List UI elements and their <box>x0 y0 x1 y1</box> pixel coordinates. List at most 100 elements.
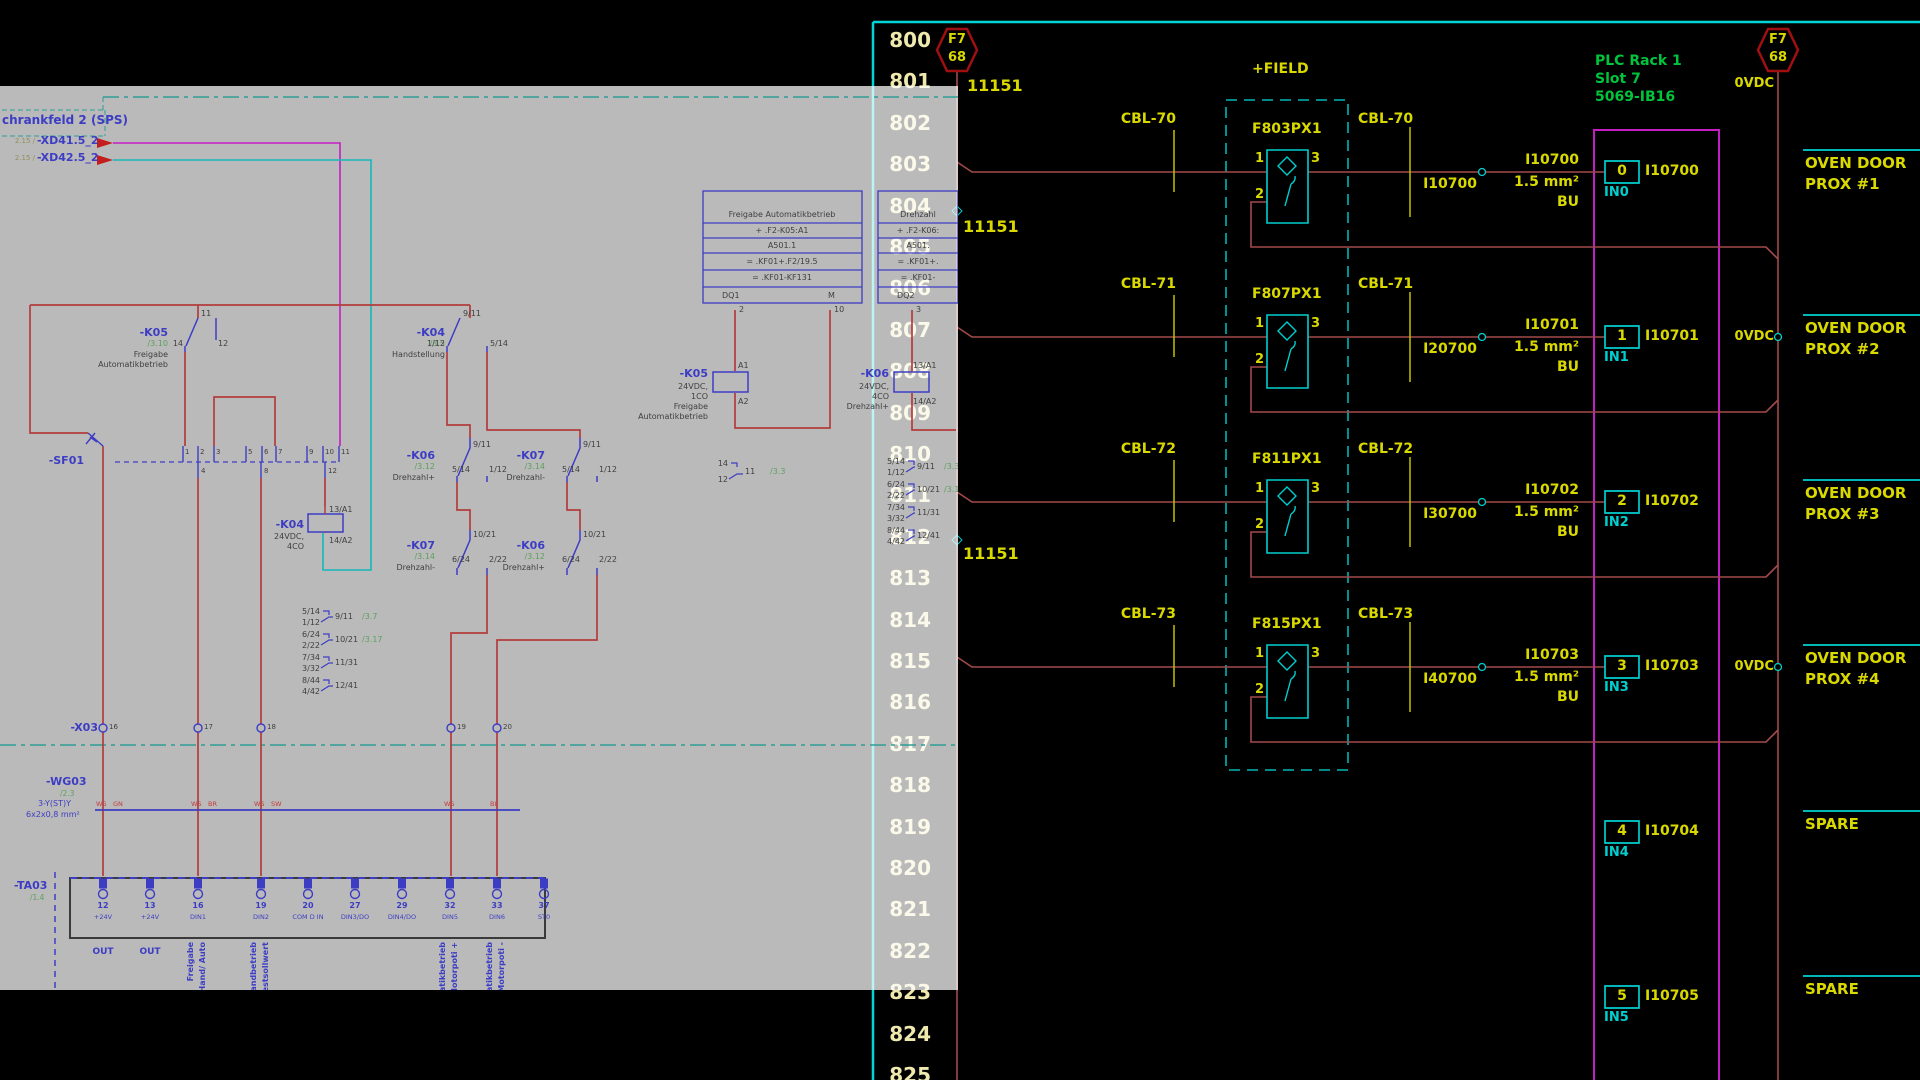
cable-label: CBL-71 <box>1358 277 1413 291</box>
interface-tag: -XD41.5_2 <box>37 135 99 146</box>
wire-color-label: BU <box>1557 690 1579 704</box>
hexagon-ref-top: F7 <box>1769 33 1787 46</box>
ta03-terminal-mark <box>399 879 406 888</box>
relay-function-text: Freigabe <box>134 351 168 359</box>
function-info-row: + .F2-K06: <box>897 227 940 235</box>
eplan-schematic-window[interactable]: chrankfeld 2 (SPS)2.15 /-XD41.5_22.15 /-… <box>0 86 958 990</box>
prox-sensor-symbol <box>1278 652 1296 701</box>
ta03-terminal-function: DIN2 <box>253 914 269 921</box>
relay-function-text: Handstellung <box>392 351 445 359</box>
plc-output-pin: 2 <box>739 306 744 314</box>
interface-tag: -XD42.5_2 <box>37 152 99 163</box>
relay-coil-crossref: /3.12 <box>414 463 435 471</box>
ladder-line-number: 824 <box>889 1024 931 1044</box>
circuit-description: OVEN DOOR <box>1805 486 1906 501</box>
zero-vdc-label: 0VDC <box>1735 330 1774 343</box>
ta03-terminal-circle <box>351 890 360 899</box>
cable-crossref: /2.3 <box>60 790 74 798</box>
sensor-device-tag: F815PX1 <box>1252 617 1322 631</box>
ta03-terminal-mark <box>305 879 312 888</box>
conductor-color-code: WS <box>191 801 202 808</box>
conductor-color-code: WS <box>444 801 455 808</box>
ta03-rotated-signal-label: Festsollwert <box>262 942 272 990</box>
x03-terminals <box>99 724 501 732</box>
wire-gauge-label: 1.5 mm² <box>1514 340 1579 354</box>
prox-sensor-body <box>1267 150 1308 223</box>
sensor-device-tag: F811PX1 <box>1252 452 1322 466</box>
hexagon-ref-bottom: 68 <box>1769 51 1787 64</box>
contact-map-pin: 12 <box>718 476 728 484</box>
ta03-terminal-function: COM D IN <box>292 914 323 921</box>
terminal-strip-tag: -X03 <box>71 722 98 733</box>
ta03-terminal-number: 12 <box>97 902 108 910</box>
cable-label: CBL-72 <box>1358 442 1413 456</box>
cable-label: CBL-73 <box>1121 607 1176 621</box>
ta03-terminal-function: +24V <box>94 914 112 921</box>
ta03-terminal-circle <box>493 890 502 899</box>
relay-function-text: Drehzahl+ <box>393 474 435 482</box>
ta03-terminal-number: 29 <box>396 902 407 910</box>
device-crossref: /1.4 <box>30 894 44 902</box>
contact-map-pin: 3/32 <box>302 665 320 673</box>
conductor-color-code: GN <box>113 801 123 808</box>
conductor-color-code: SW <box>271 801 282 808</box>
field-zone-label: +FIELD <box>1252 62 1309 76</box>
contact-pin-label: 1/12 <box>489 466 507 474</box>
circuit-description: OVEN DOOR <box>1805 321 1906 336</box>
contact-map-ref: /3.3 <box>944 463 958 471</box>
interface-arrow <box>97 155 113 165</box>
cross-reference: 2.15 / <box>15 138 35 145</box>
k04-coil <box>308 514 343 532</box>
coil-pin-label: 14/A2 <box>329 537 352 545</box>
contact-pin-label: 2/22 <box>599 556 617 564</box>
contact-map-glyph <box>906 461 915 472</box>
ta03-terminal-circle <box>194 890 203 899</box>
terminal-number: 20 <box>503 724 512 731</box>
ta03-rotated-signal-label: Freigabe <box>187 942 197 990</box>
conductor-color-code: BR <box>208 801 217 808</box>
coil-type-text: 4CO <box>872 393 889 401</box>
contact-map-ref: /3.7 <box>362 613 377 621</box>
io-address-label: I10701 <box>1645 329 1699 343</box>
terminal-point-number: 5 <box>1617 989 1627 1003</box>
ta03-terminal-mark <box>195 879 202 888</box>
cable-label: CBL-70 <box>1121 112 1176 126</box>
relay-coil-tag: -K04 <box>276 519 304 530</box>
wire-color-label: BU <box>1557 360 1579 374</box>
function-info-row: = .KF01+.F2/19.5 <box>746 258 817 266</box>
contact-map-pin: 4/42 <box>887 538 905 546</box>
ta03-rotated-signal-label: Motorpoti - <box>498 942 508 990</box>
cable-label: CBL-72 <box>1121 442 1176 456</box>
function-info-row: Drehzahl <box>900 211 936 219</box>
ta03-terminal-circle <box>398 890 407 899</box>
relay-coil-tag: -K06 <box>861 368 889 379</box>
conductor-color-code: BL <box>490 801 498 808</box>
panel-wire-number: I10700 <box>1525 153 1579 167</box>
ta03-terminal-circle <box>304 890 313 899</box>
wire-junction-node <box>1479 169 1486 176</box>
contact-map-target: 10/21 <box>335 636 358 644</box>
function-info-row: + .F2-K05:A1 <box>755 227 808 235</box>
ta03-terminal-circle <box>146 890 155 899</box>
relay-function-text: Automatikbetrieb <box>98 361 168 369</box>
sensor-pin-number: 1 <box>1255 482 1264 495</box>
plc-module-box <box>1594 130 1719 1080</box>
wire-junction-node <box>1479 499 1486 506</box>
ta03-terminal-circle <box>99 890 108 899</box>
relay-function-text: Drehzahl+ <box>503 564 545 572</box>
contact-pin-label: 9/11 <box>583 441 601 449</box>
main-switch-tag: -SF01 <box>49 455 84 466</box>
sf01-pin-number: 9 <box>309 449 313 456</box>
coil-function-text: Automatikbetrieb <box>638 413 708 421</box>
sensor-supply-wire <box>957 657 1267 667</box>
ta03-out-label: OUT <box>92 948 113 957</box>
terminal-number: 19 <box>457 724 466 731</box>
contact-map-pin: 4/42 <box>302 688 320 696</box>
page-title: chrankfeld 2 (SPS) <box>2 114 128 126</box>
sensor-return-wire <box>1251 697 1778 742</box>
terminal-number: 18 <box>267 724 276 731</box>
io-input-name: IN4 <box>1604 846 1629 859</box>
sf01-pin-number: 8 <box>264 468 268 475</box>
k06-coil <box>894 372 929 392</box>
prox-sensor-body <box>1267 315 1308 388</box>
